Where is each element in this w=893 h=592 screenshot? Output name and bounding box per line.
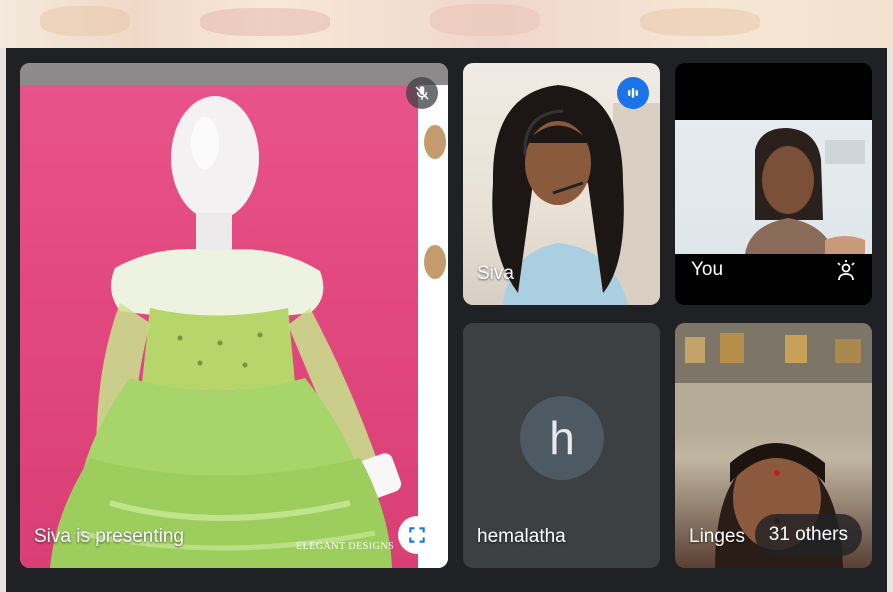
background-banner xyxy=(0,0,893,48)
brand-watermark: ELEGANT DESIGNS xyxy=(296,541,395,552)
participant-name: Linges xyxy=(689,526,745,547)
participant-tile-siva[interactable]: Siva xyxy=(463,63,660,305)
presenting-label: Siva is presenting xyxy=(34,526,184,547)
participant-video xyxy=(675,120,872,254)
speaking-indicator-icon xyxy=(617,77,649,109)
mic-off-icon xyxy=(406,77,438,109)
meeting-grid: ELEGANT DESIGNS Siva is presenting Siva xyxy=(6,48,887,592)
participant-name: You xyxy=(691,259,724,280)
participant-tile-linges[interactable]: Linges 31 others xyxy=(675,323,872,568)
presentation-top-bar xyxy=(20,63,448,85)
others-count-button[interactable]: 31 others xyxy=(754,514,862,556)
participant-name: Siva xyxy=(477,263,514,284)
participant-name: hemalatha xyxy=(477,526,566,547)
avatar: h xyxy=(520,396,604,480)
presenter-thumbnail-strip xyxy=(418,85,448,568)
fullscreen-icon[interactable] xyxy=(398,516,436,554)
dress-mannequin-image xyxy=(50,96,402,568)
participant-tile-you[interactable]: You xyxy=(675,63,872,305)
participant-tile-hemalatha[interactable]: h hemalatha xyxy=(463,323,660,568)
shared-screen xyxy=(20,63,418,568)
raise-hand-icon xyxy=(832,257,860,285)
presentation-tile[interactable]: ELEGANT DESIGNS Siva is presenting xyxy=(20,63,448,568)
